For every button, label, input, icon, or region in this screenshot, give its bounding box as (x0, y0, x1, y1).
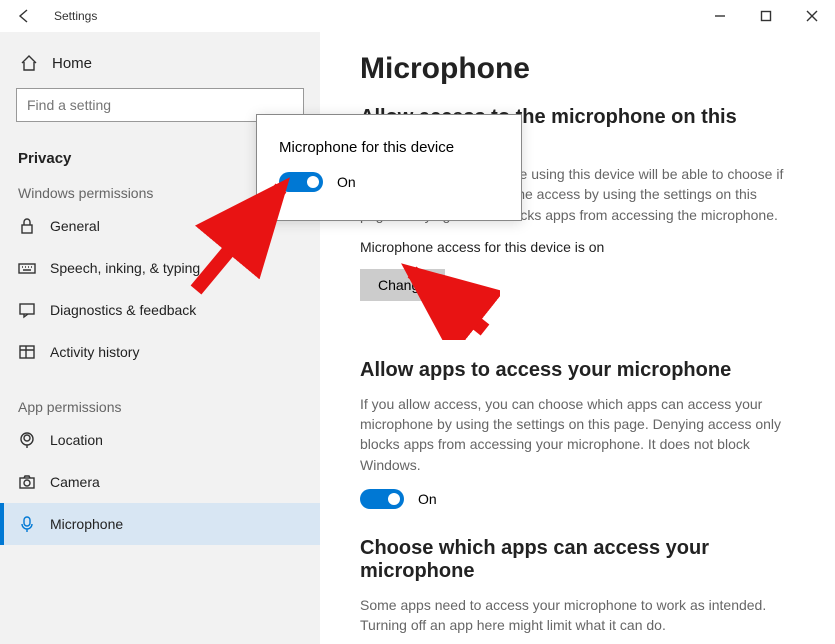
section-app-access: Allow apps to access your microphone If … (360, 359, 795, 509)
arrow-left-icon (16, 8, 32, 24)
close-button[interactable] (789, 0, 835, 32)
section-heading: Choose which apps can access your microp… (360, 537, 795, 583)
feedback-icon (18, 301, 36, 319)
apps-access-toggle[interactable] (360, 489, 404, 509)
sidebar-item-label: Microphone (50, 516, 123, 532)
annotation-arrow-toggle (186, 170, 296, 300)
sidebar-home-label: Home (52, 55, 92, 72)
history-icon (18, 343, 36, 361)
sidebar-item-camera[interactable]: Camera (0, 461, 320, 503)
sidebar-home[interactable]: Home (0, 44, 320, 82)
close-icon (806, 10, 818, 22)
minimize-button[interactable] (697, 0, 743, 32)
sidebar-item-label: General (50, 218, 100, 234)
maximize-button[interactable] (743, 0, 789, 32)
toggle-label: On (418, 491, 437, 507)
sidebar-item-activity[interactable]: Activity history (0, 331, 320, 373)
camera-icon (18, 473, 36, 491)
microphone-icon (18, 515, 36, 533)
section-description: Some apps need to access your microphone… (360, 595, 795, 636)
device-access-status: Microphone access for this device is on (360, 239, 795, 255)
apps-access-toggle-row: On (360, 489, 795, 509)
section-description: If you allow access, you can choose whic… (360, 394, 795, 475)
toggle-label: On (337, 174, 356, 190)
sidebar-item-label: Camera (50, 474, 100, 490)
sidebar-group-app-permissions: App permissions (0, 391, 320, 419)
sidebar-item-label: Diagnostics & feedback (50, 302, 196, 318)
popup-toggle-row: On (279, 172, 499, 192)
page-title: Microphone (360, 52, 795, 86)
sidebar-item-label: Speech, inking, & typing (50, 260, 200, 276)
sidebar-item-location[interactable]: Location (0, 419, 320, 461)
location-icon (18, 431, 36, 449)
lock-icon (18, 217, 36, 235)
sidebar-item-label: Activity history (50, 344, 139, 360)
section-heading: Allow apps to access your microphone (360, 359, 795, 382)
keyboard-icon (18, 259, 36, 277)
sidebar-item-label: Location (50, 432, 103, 448)
annotation-arrow-change (400, 260, 500, 340)
titlebar: Settings (0, 0, 835, 32)
maximize-icon (760, 10, 772, 22)
popup-title: Microphone for this device (279, 139, 499, 156)
home-icon (20, 54, 38, 72)
minimize-icon (714, 10, 726, 22)
sidebar-item-microphone[interactable]: Microphone (0, 503, 320, 545)
back-button[interactable] (0, 0, 48, 32)
window-title: Settings (54, 9, 97, 23)
section-choose-apps: Choose which apps can access your microp… (360, 537, 795, 644)
window-controls (697, 0, 835, 32)
